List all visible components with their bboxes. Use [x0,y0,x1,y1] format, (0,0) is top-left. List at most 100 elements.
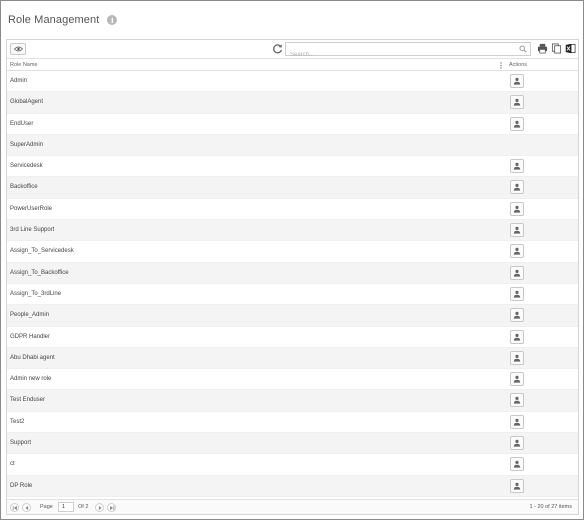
assign-users-button[interactable] [510,393,524,408]
role-name-cell: EndUser [10,120,34,127]
role-name-cell: Abu Dhabi agent [10,354,55,361]
user-icon [513,184,521,192]
role-name-cell: GlobalAgent [10,99,44,106]
role-name-cell: Assign_To_Servicedesk [10,248,74,255]
table-row[interactable]: Admin new role [7,369,578,391]
role-name-cell: Admin new role [10,376,52,383]
assign-users-button[interactable] [510,180,524,195]
user-icon [513,354,521,362]
assign-users-button[interactable] [510,159,524,174]
copy-icon[interactable] [551,43,562,54]
role-name-cell: Backoffice [10,184,38,191]
page-frame: Role Management i Search... Role Name Ac… [0,0,584,520]
roles-grid-panel: Role Name Actions Admin GlobalAgent EndUse… [6,39,579,515]
export-tools [537,43,576,54]
table-row[interactable]: Abu Dhabi agent [7,347,578,370]
first-page-button[interactable] [10,503,19,512]
table-row[interactable]: Assign_To_3rdLine [7,284,578,306]
assign-users-button[interactable] [510,372,524,387]
assign-users-button[interactable] [510,74,524,88]
assign-users-button[interactable] [510,329,524,344]
table-row[interactable]: SuperAdmin [7,134,578,157]
page-title: Role Management [8,14,100,26]
user-icon [513,418,521,426]
info-icon[interactable]: i [107,15,118,25]
assign-users-button[interactable] [510,116,524,131]
user-icon [513,312,521,319]
first-page-icon [12,505,17,510]
page-count-label: Of 2 [78,504,89,510]
table-row[interactable]: People_Admin [7,305,578,327]
prev-page-icon [25,505,28,510]
items-count-info: 1 - 20 of 27 items [529,504,573,510]
assign-users-button[interactable] [510,478,524,493]
assign-users-button[interactable] [510,244,524,259]
assign-users-button[interactable] [510,201,524,216]
table-row[interactable]: 3rd Line Support [7,220,578,242]
assign-users-button[interactable] [510,265,524,280]
grid-rows: Admin GlobalAgent EndUser SuperAdmin Service… [7,71,578,497]
last-page-icon [109,505,114,510]
role-name-cell: Assign_To_3rdLine [10,290,62,297]
column-header-role-name[interactable]: Role Name [10,62,38,68]
toggle-columns-button[interactable] [10,43,26,55]
pager: Page 1 Of 2 1 - 20 of 27 items [7,499,578,514]
column-header-actions: Actions [509,62,528,68]
table-row[interactable]: GDPR Handler [7,327,578,348]
search-icon[interactable] [519,45,527,53]
table-row[interactable]: Backoffice [7,177,578,199]
user-icon [513,205,521,213]
table-row[interactable]: Servicedesk [7,156,578,178]
table-row[interactable]: ct [7,454,578,476]
role-name-cell: People_Admin [10,312,50,319]
refresh-icon[interactable] [272,43,283,54]
assign-users-button[interactable] [510,436,524,451]
assign-users-button[interactable] [510,308,524,323]
table-row[interactable]: Assign_To_Servicedesk [7,241,578,263]
role-name-cell: DP Role [10,482,33,489]
assign-users-button[interactable] [510,350,524,365]
user-icon [513,162,521,170]
page-header: Role Management i [8,12,118,28]
role-name-cell: SuperAdmin [10,141,44,148]
prev-page-button[interactable] [22,503,31,512]
assign-users-button[interactable] [510,95,524,110]
user-icon [513,226,521,234]
role-name-cell: Support [10,440,32,447]
table-row[interactable]: Support [7,433,578,455]
table-row[interactable]: DP Role [7,475,578,497]
search-box [285,42,531,61]
assign-users-button[interactable] [510,457,524,472]
print-icon[interactable] [537,43,548,54]
table-row[interactable]: GlobalAgent [7,92,578,114]
table-row[interactable]: Admin [7,71,578,93]
grid-header: Role Name Actions [7,60,578,71]
assign-users-button[interactable] [510,223,524,238]
column-menu-icon[interactable] [500,62,502,69]
page-number-input[interactable]: 1 [58,502,74,512]
table-row[interactable]: Assign_To_Backoffice [7,262,578,284]
page-label: Page [40,504,53,510]
table-row[interactable]: EndUser [7,114,578,135]
user-icon [513,482,521,490]
user-icon [513,461,521,468]
role-name-cell: Test2 [10,418,25,425]
table-row[interactable]: Test Enduser [7,390,578,412]
assign-users-button[interactable] [510,286,524,301]
excel-export-icon[interactable] [565,43,576,54]
role-name-cell: PowerUserRole [10,205,53,212]
user-icon [513,248,521,255]
table-row[interactable]: PowerUserRole [7,199,578,221]
next-page-button[interactable] [95,503,104,512]
table-row[interactable]: Test2 [7,412,578,434]
user-icon [513,333,521,341]
role-name-cell: Servicedesk [10,163,43,170]
grid-toolbar [7,40,578,61]
eye-icon [13,46,23,52]
user-icon [513,120,521,128]
user-icon [513,269,521,277]
assign-users-button[interactable] [510,414,524,429]
last-page-button[interactable] [107,503,116,512]
user-icon [513,77,521,85]
role-name-cell: Test Enduser [10,397,46,404]
